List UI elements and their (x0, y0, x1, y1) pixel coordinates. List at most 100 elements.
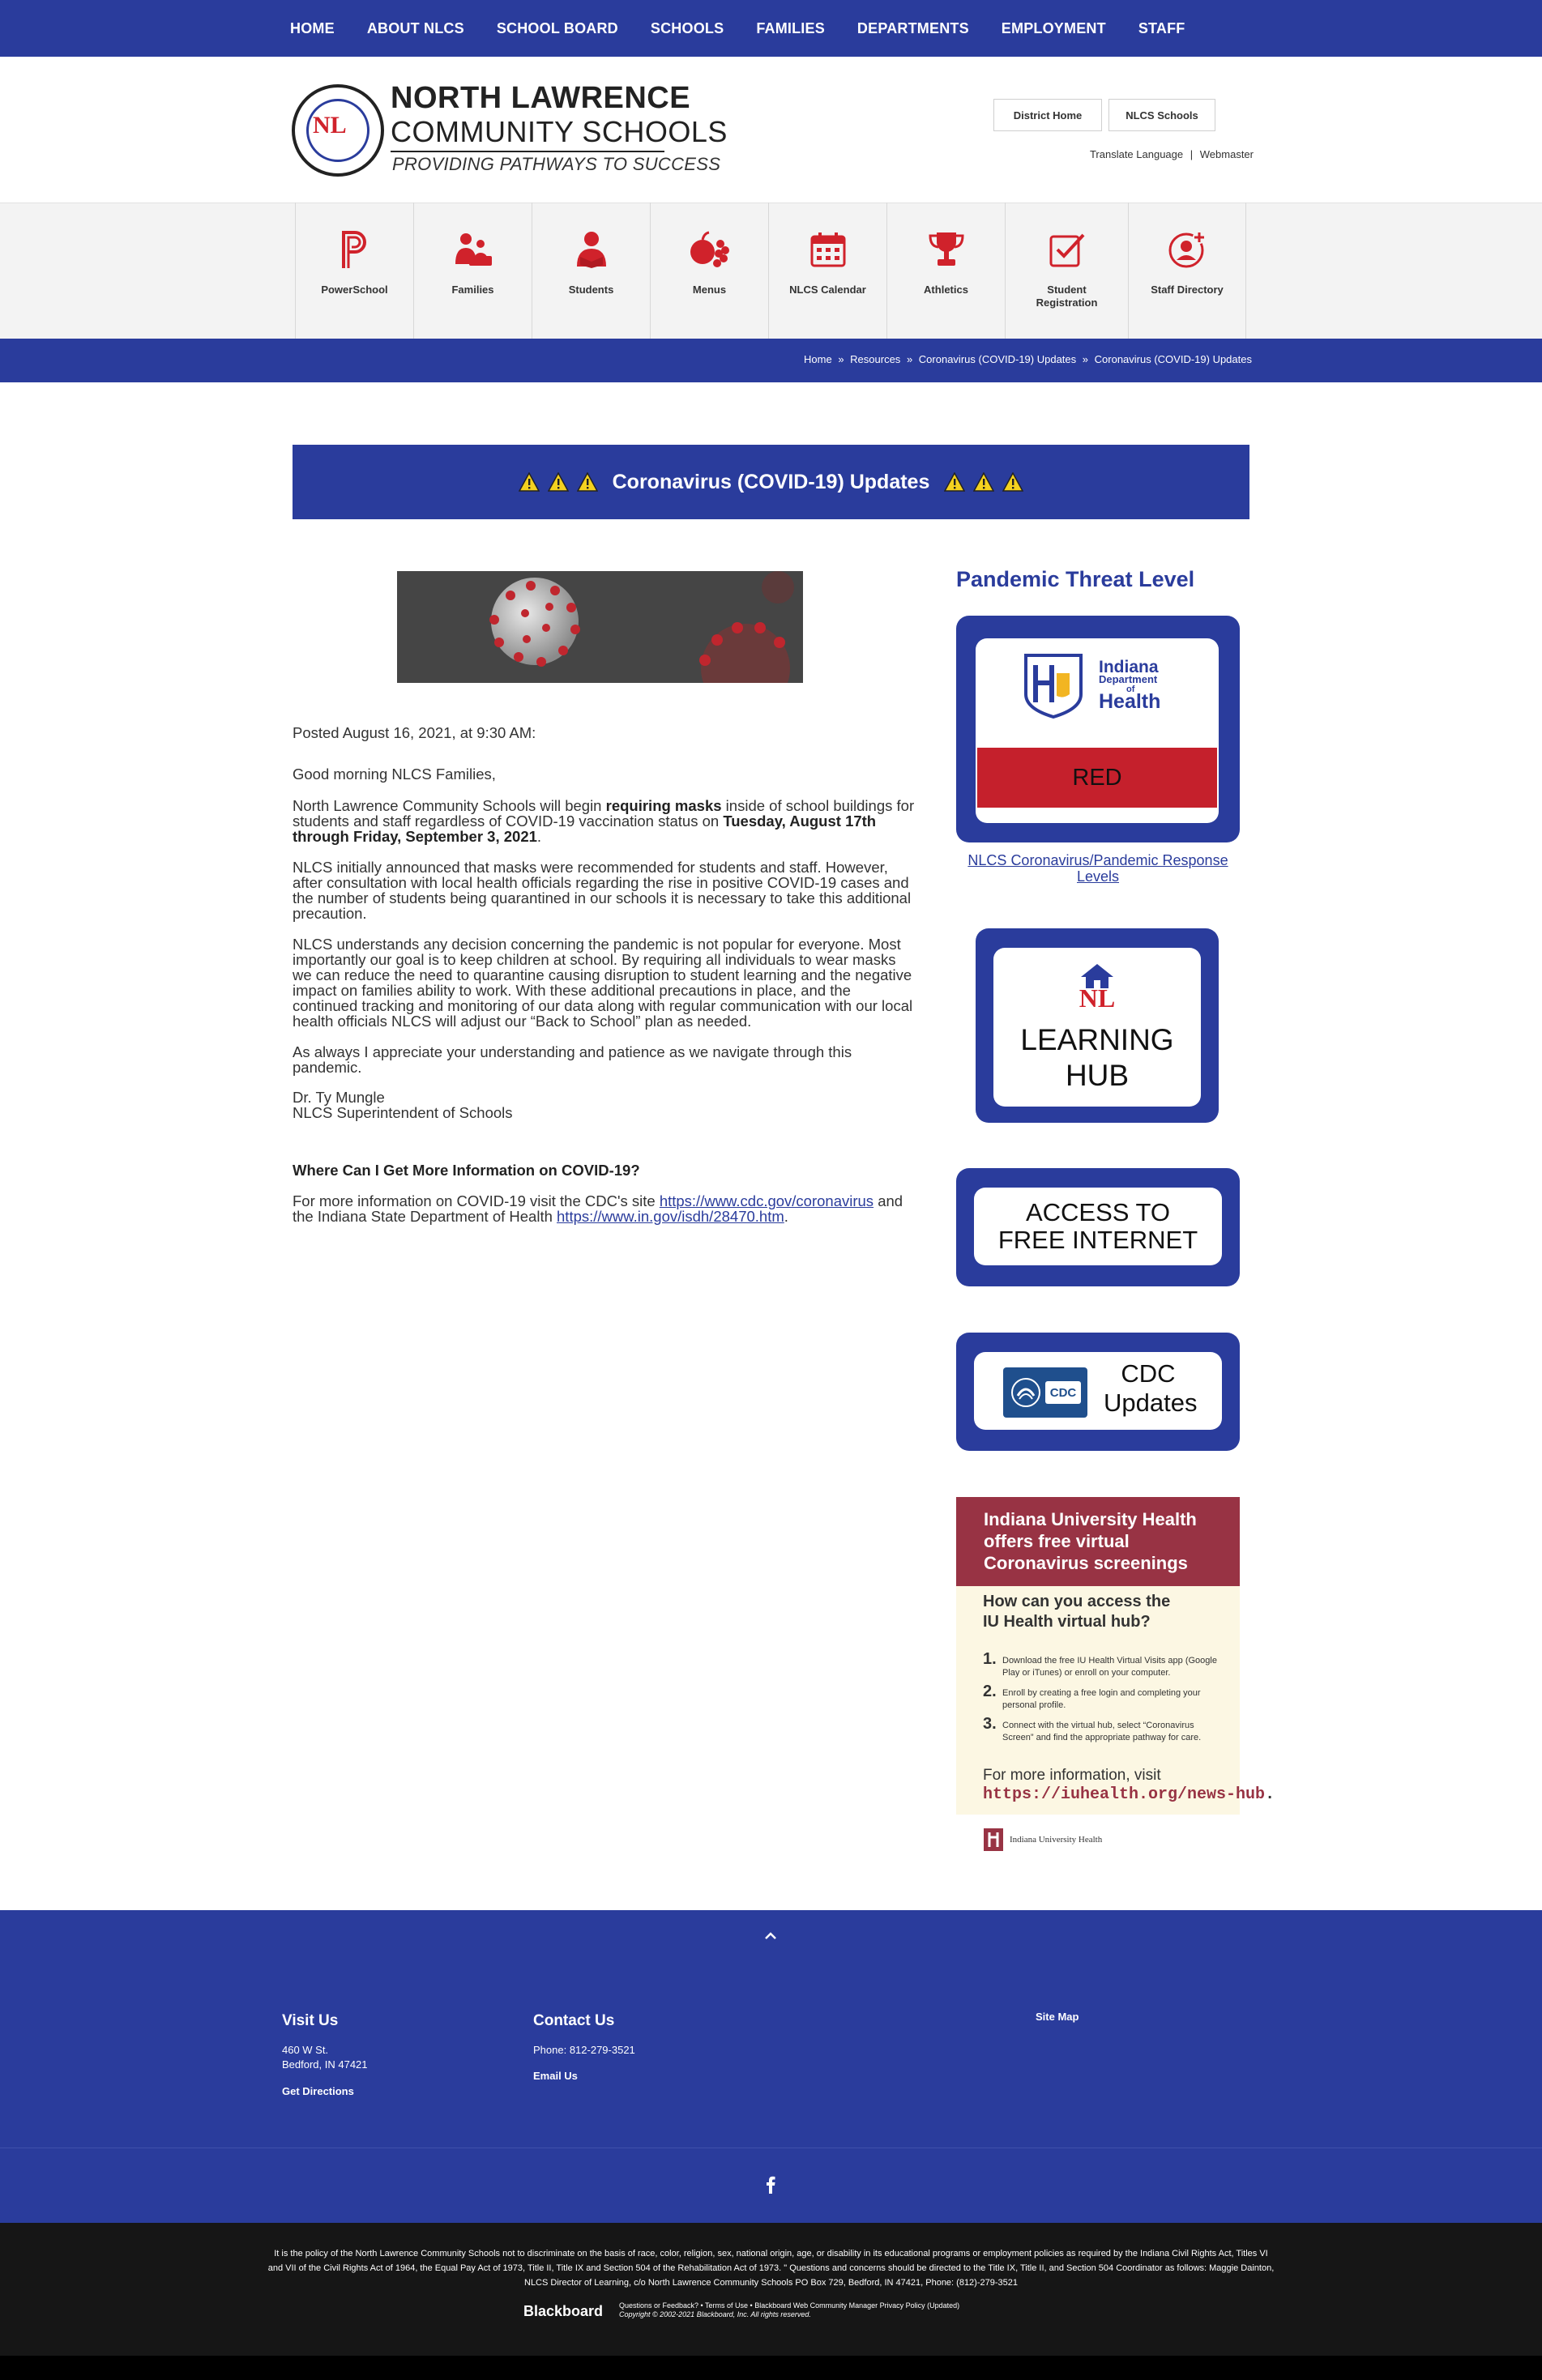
back-to-top-button[interactable] (758, 1923, 783, 1947)
iu-step: 3. Connect with the virtual hub, select … (983, 1715, 1226, 1744)
breadcrumb-separator: » (1082, 353, 1089, 365)
menus-icon (690, 231, 729, 267)
webmaster-link[interactable]: Webmaster (1200, 148, 1254, 160)
quicklink-athletics[interactable]: Athletics (886, 203, 1005, 339)
hhs-eagle-icon (1011, 1378, 1040, 1407)
breadcrumb-current: Coronavirus (COVID-19) Updates (1094, 353, 1252, 365)
quicklink-staff-directory[interactable]: Staff Directory (1128, 203, 1246, 339)
site-map-link[interactable]: Site Map (1036, 2010, 1079, 2024)
p1-bold-masks: requiring masks (605, 797, 722, 814)
nav-staff[interactable]: STAFF (1138, 20, 1185, 37)
iu-step: 1. Download the free IU Health Virtual V… (983, 1650, 1226, 1679)
iu-step-text: Enroll by creating a free login and comp… (1002, 1688, 1201, 1710)
nav-schools[interactable]: SCHOOLS (651, 20, 724, 37)
breadcrumb-parent[interactable]: Coronavirus (COVID-19) Updates (919, 353, 1076, 365)
indiana-health-shield-icon (1024, 654, 1083, 719)
quicklink-label: Menus (692, 284, 727, 296)
nav-families[interactable]: FAMILIES (756, 20, 825, 37)
iu-more-info: For more information, visit (983, 1767, 1161, 1784)
header-utility-links: Translate Language | Webmaster (1090, 148, 1254, 160)
breadcrumb-resources[interactable]: Resources (850, 353, 900, 365)
quicklink-families[interactable]: Families (413, 203, 532, 339)
get-directions-link[interactable]: Get Directions (282, 2084, 354, 2099)
nav-school-board[interactable]: SCHOOL BOARD (497, 20, 618, 37)
p1-text-e: . (536, 828, 542, 845)
iu-head-line2: offers free virtual (984, 1531, 1130, 1551)
more-text-c: . (784, 1208, 788, 1225)
quicklink-students[interactable]: Students (532, 203, 650, 339)
iu-question-line1: How can you access the (983, 1593, 1171, 1610)
breadcrumb-home[interactable]: Home (804, 353, 832, 365)
warning-icon (944, 472, 966, 492)
learning-hub-line1: LEARNING (1020, 1023, 1174, 1056)
threat-level-bar: RED (977, 748, 1217, 808)
response-levels-link[interactable]: NLCS Coronavirus/Pandemic Response Level… (956, 852, 1240, 885)
blackboard-links-text[interactable]: Questions or Feedback? • Terms of Use • … (619, 2301, 959, 2310)
nav-departments[interactable]: DEPARTMENTS (857, 20, 969, 37)
header-link-separator: | (1190, 148, 1194, 160)
iu-url-dot: . (1265, 1785, 1275, 1804)
article-paragraph: NLCS understands any decision concerning… (293, 936, 913, 1030)
blackboard-links: Questions or Feedback? • Terms of Use • … (619, 2301, 959, 2319)
isdh-link[interactable]: https://www.in.gov/isdh/28470.htm (557, 1208, 784, 1225)
free-internet-inner: ACCESS TO FREE INTERNET (974, 1188, 1222, 1265)
idh-title-line2: Department (1099, 673, 1158, 685)
nav-about[interactable]: ABOUT NLCS (367, 20, 464, 37)
top-nav-items: HOME ABOUT NLCS SCHOOL BOARD SCHOOLS FAM… (290, 0, 1185, 57)
iu-step-number: 3. (983, 1715, 997, 1733)
warning-icon (518, 472, 540, 492)
learning-hub-line2: HUB (1065, 1059, 1130, 1092)
iu-step-text: Download the free IU Health Virtual Visi… (1002, 1656, 1217, 1678)
coronavirus-illustration (397, 571, 803, 683)
warning-icon (1002, 472, 1024, 492)
cdc-link[interactable]: https://www.cdc.gov/coronavirus (660, 1192, 874, 1209)
nav-employment[interactable]: EMPLOYMENT (1002, 20, 1106, 37)
breadcrumb-separator: » (838, 353, 844, 365)
threat-level-value: RED (1072, 764, 1122, 791)
quicklink-label: Student Registration (1036, 284, 1098, 309)
breadcrumb-bar (0, 339, 1542, 382)
students-icon (576, 232, 606, 268)
iu-question-line2: IU Health virtual hub? (983, 1613, 1151, 1631)
iu-health-header: Indiana University Health offers free vi… (956, 1497, 1240, 1586)
iu-head-line1: Indiana University Health (984, 1509, 1197, 1529)
quicklink-powerschool[interactable]: PowerSchool (295, 203, 413, 339)
quicklink-label: Athletics (924, 284, 968, 296)
district-logo[interactable]: NL (292, 84, 384, 177)
staff-directory-icon (1168, 231, 1206, 268)
blackboard-logo[interactable]: Blackboard (523, 2303, 603, 2320)
warning-icon (576, 472, 598, 492)
free-internet-line1: ACCESS TO (1025, 1198, 1171, 1226)
idh-title-line4: Health (1099, 690, 1161, 713)
quicklink-calendar[interactable]: NLCS Calendar (768, 203, 886, 339)
article-paragraph: As always I appreciate your understandin… (293, 1043, 852, 1076)
logo-title-line1: NORTH LAWRENCE (391, 81, 691, 115)
translate-link[interactable]: Translate Language (1090, 148, 1183, 160)
iu-url: https://iuhealth.org/news-hub. (983, 1785, 1275, 1804)
calendar-icon (810, 232, 845, 267)
quicklink-student-registration[interactable]: Student Registration (1005, 203, 1128, 339)
logo-tagline: PROVIDING PATHWAYS TO SUCCESS (392, 154, 721, 174)
email-us-link[interactable]: Email Us (533, 2069, 578, 2084)
quicklink-label: Staff Directory (1151, 284, 1224, 296)
iu-step-number: 1. (983, 1650, 997, 1668)
iu-step-number: 2. (983, 1683, 997, 1700)
facebook-link[interactable] (762, 2174, 780, 2195)
warning-icon (973, 472, 995, 492)
more-info-paragraph: For more information on COVID-19 visit t… (293, 1193, 916, 1224)
more-text-a: For more information on COVID-19 visit t… (293, 1192, 660, 1209)
quicklink-menus[interactable]: Menus (650, 203, 768, 339)
nlcs-schools-button[interactable]: NLCS Schools (1108, 99, 1215, 131)
registration-icon (1049, 233, 1084, 267)
district-home-button[interactable]: District Home (993, 99, 1102, 131)
signature-title: NLCS Superintendent of Schools (293, 1104, 513, 1121)
legal-footer-strip (0, 2356, 1542, 2380)
logo-emblem-text: NL (313, 112, 347, 139)
nav-home[interactable]: HOME (290, 20, 335, 37)
page-title-banner: Coronavirus (COVID-19) Updates (293, 445, 1249, 519)
breadcrumb-separator: » (906, 353, 913, 365)
iu-head-text: Indiana University Health offers free vi… (984, 1508, 1197, 1574)
iu-head-line3: Coronavirus screenings (984, 1553, 1188, 1573)
quicklink-label: Families (451, 284, 494, 296)
iu-health-logo-text: Indiana University Health (1010, 1835, 1103, 1845)
